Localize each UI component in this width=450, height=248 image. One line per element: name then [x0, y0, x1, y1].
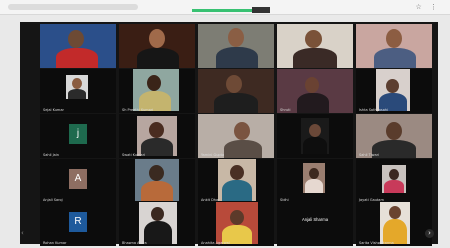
- participant-tile[interactable]: Shruti: [277, 69, 353, 113]
- participant-video: [218, 159, 256, 201]
- participant-tile[interactable]: [277, 114, 353, 158]
- participant-name: Sarita Vishwakarma: [359, 241, 394, 245]
- next-page-button[interactable]: ›: [425, 229, 434, 238]
- avatar: R: [69, 212, 87, 232]
- participant-tile[interactable]: Sidhi: [277, 159, 353, 203]
- participant-tile[interactable]: [356, 24, 432, 68]
- participant-tile[interactable]: [198, 69, 274, 113]
- participant-tile[interactable]: Sarita Vishwakarma: [356, 202, 432, 246]
- participant-thumbnail: [66, 75, 88, 99]
- participant-name: Sejal Kumar: [43, 108, 64, 112]
- video-grid: Sejal Kumar Sh Preethi Kumari Shruti Ish…: [20, 22, 438, 246]
- participant-tile[interactable]: [277, 24, 353, 68]
- avatar: A: [69, 169, 87, 189]
- participant-tile[interactable]: Swati Kumari: [119, 114, 195, 158]
- participant-tile[interactable]: Yamini Gupta: [198, 114, 274, 158]
- participant-video: [376, 69, 410, 111]
- browser-icons[interactable]: ☆ ⋮: [415, 3, 440, 11]
- participant-name: Sh Preethi Kumari: [122, 108, 154, 112]
- participant-video: [135, 159, 179, 201]
- avatar: j: [69, 124, 87, 144]
- participant-tile[interactable]: Ishta Sathyasahi: [356, 69, 432, 113]
- participant-video: [216, 202, 258, 244]
- participant-tile[interactable]: A Anjali Saroj: [40, 159, 116, 203]
- participant-name: Ishta Sathyasahi: [359, 108, 389, 112]
- participant-name: Sahil Tiwari: [359, 153, 380, 157]
- participant-video: [119, 24, 195, 68]
- participant-video: [198, 69, 274, 113]
- participant-tile[interactable]: [119, 159, 195, 203]
- participant-video: [301, 118, 329, 154]
- loading-progress: [192, 9, 256, 12]
- participant-tile[interactable]: [40, 24, 116, 68]
- participant-name: Shruti: [280, 108, 291, 112]
- address-bar[interactable]: [8, 4, 138, 10]
- participant-name: Yamini Gupta: [201, 153, 225, 157]
- participant-video: [198, 114, 274, 158]
- previous-page-button[interactable]: ‹: [21, 229, 28, 238]
- participant-tile[interactable]: Ankit Dhar: [198, 159, 274, 203]
- participant-name: Sahil Jain: [43, 153, 60, 157]
- participant-name: Bhawna Arora: [122, 241, 147, 245]
- participant-name: Swati Kumari: [122, 153, 145, 157]
- participant-tile[interactable]: Bhawna Arora: [119, 202, 195, 246]
- participant-video: [356, 24, 432, 68]
- participant-tile[interactable]: [198, 24, 274, 68]
- participant-tile[interactable]: j Sahil Jain: [40, 114, 116, 158]
- participant-tile[interactable]: [119, 24, 195, 68]
- participant-name: Rohan Kumar: [43, 241, 67, 245]
- participant-name-label: Anjali Sharma: [301, 217, 329, 222]
- participant-tile[interactable]: Anahita Agarwal: [198, 202, 274, 246]
- participant-video: [277, 69, 353, 113]
- participant-video: [380, 202, 410, 244]
- participant-tile[interactable]: Jayati Gautam: [356, 159, 432, 203]
- participant-tile[interactable]: Sahil Tiwari: [356, 114, 432, 158]
- participant-tile[interactable]: R Rohan Kumar: [40, 202, 116, 246]
- participant-video: [198, 24, 274, 68]
- participant-video: [133, 69, 179, 111]
- participant-video: [356, 114, 432, 158]
- participant-tile[interactable]: Sh Preethi Kumari: [119, 69, 195, 113]
- participant-video: [277, 24, 353, 68]
- browser-chrome: ☆ ⋮: [0, 0, 450, 15]
- participant-video: [40, 24, 116, 68]
- participant-name: Anahita Agarwal: [201, 241, 230, 245]
- recording-indicator: [252, 7, 270, 13]
- participant-video: [303, 163, 325, 193]
- participant-video: [139, 202, 177, 244]
- participant-video: [382, 165, 406, 193]
- participant-video: [137, 116, 177, 156]
- participant-tile[interactable]: Anjali Sharma: [277, 202, 353, 246]
- participant-tile[interactable]: Sejal Kumar: [40, 69, 116, 113]
